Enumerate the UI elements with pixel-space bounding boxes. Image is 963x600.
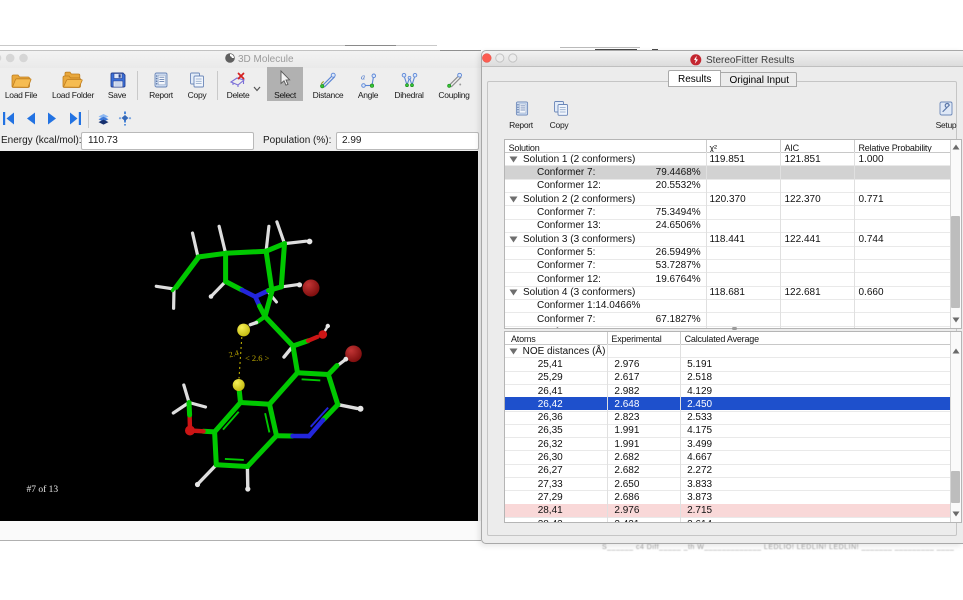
svg-text:#7 of 13: #7 of 13: [27, 484, 59, 495]
svg-text:< 2.6 >: < 2.6 >: [245, 353, 270, 363]
svg-text:a: a: [361, 72, 365, 81]
svg-text:2.4: 2.4: [228, 348, 240, 359]
